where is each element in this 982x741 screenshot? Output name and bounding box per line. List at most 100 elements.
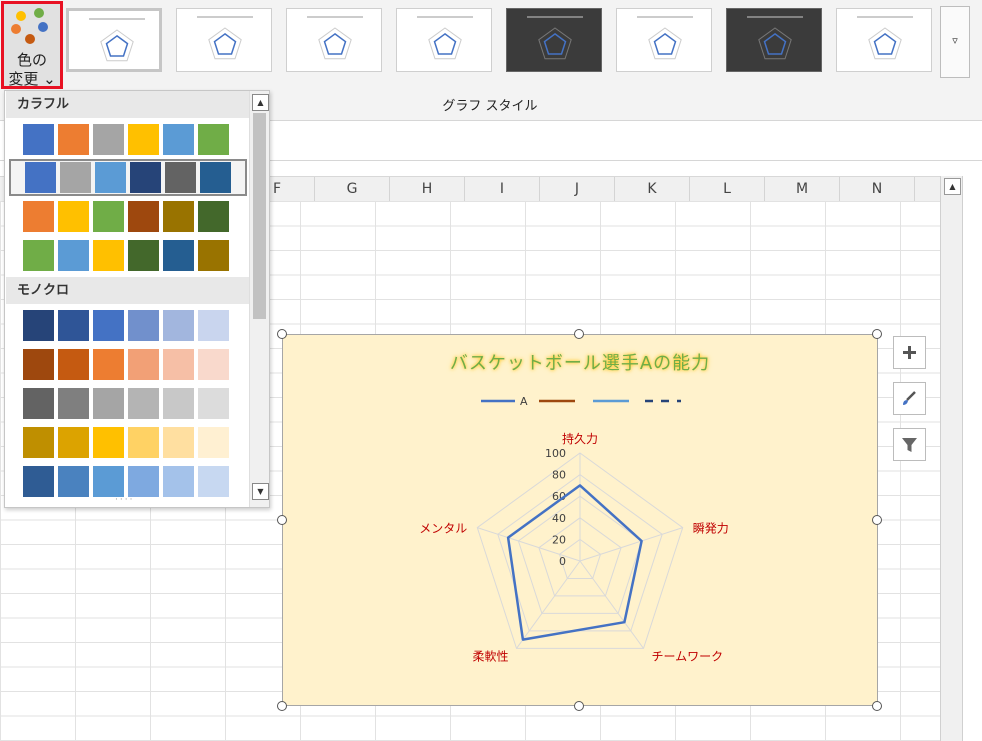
color-swatch: [58, 201, 89, 232]
color-palette-option[interactable]: [9, 121, 247, 158]
color-swatch: [93, 201, 124, 232]
color-swatch: [58, 310, 89, 341]
color-swatch: [93, 349, 124, 380]
scroll-up-arrow-icon[interactable]: ▲: [944, 178, 961, 195]
resize-handle[interactable]: [872, 329, 882, 339]
resize-handle[interactable]: [872, 515, 882, 525]
color-swatch: [93, 427, 124, 458]
radar-chart[interactable]: バスケットボール選手Aの能力 100 80 60 40 20 0 持久力 瞬発力 チームワーク柔…: [282, 334, 878, 706]
chart-style-thumbnail[interactable]: [836, 8, 932, 72]
resize-handle[interactable]: [574, 329, 584, 339]
resize-handle[interactable]: [574, 701, 584, 711]
plus-icon: [903, 346, 916, 359]
color-swatch: [198, 310, 229, 341]
color-swatch: [128, 466, 159, 497]
change-colors-dropdown[interactable]: カラフルモノクロ ▲ ▼ ····: [4, 90, 270, 508]
change-colors-label: 変更 ⌄: [8, 70, 56, 88]
chart-styles-button[interactable]: [893, 382, 926, 415]
color-swatch: [198, 466, 229, 497]
color-swatch: [163, 310, 194, 341]
chart-style-thumbnail[interactable]: [286, 8, 382, 72]
color-swatch: [23, 240, 54, 271]
column-header-h[interactable]: H: [390, 177, 465, 201]
column-header-l[interactable]: L: [690, 177, 765, 201]
color-palette-option[interactable]: [9, 307, 247, 344]
radar-preview-icon: [197, 16, 253, 60]
column-header-n[interactable]: N: [840, 177, 915, 201]
category-label: 柔軟性: [472, 648, 508, 663]
color-swatch: [58, 124, 89, 155]
chart-style-thumbnail[interactable]: [616, 8, 712, 72]
dropdown-scrollbar[interactable]: ▲ ▼: [249, 91, 269, 507]
chart-style-thumbnail[interactable]: [506, 8, 602, 72]
color-swatch: [200, 162, 231, 193]
column-header-i[interactable]: I: [465, 177, 540, 201]
color-swatch: [128, 240, 159, 271]
radar-preview-icon: [527, 16, 583, 60]
color-swatch: [93, 310, 124, 341]
color-palette-option[interactable]: [9, 198, 247, 235]
category-label: チームワーク: [652, 649, 724, 663]
radar-preview-icon: [637, 16, 693, 60]
brush-icon: [903, 391, 916, 405]
radar-preview-icon: [307, 16, 363, 60]
color-palette-option[interactable]: [9, 385, 247, 422]
color-palette-option[interactable]: [9, 237, 247, 274]
column-header-k[interactable]: K: [615, 177, 690, 201]
color-swatch: [128, 388, 159, 419]
resize-handle[interactable]: [872, 701, 882, 711]
radar-preview-icon: [747, 16, 803, 60]
axis-tick-label: 20: [552, 533, 566, 546]
color-swatch: [23, 388, 54, 419]
palette-dot-icon: [16, 11, 26, 21]
color-swatch: [23, 466, 54, 497]
group-label: グラフ スタイル: [442, 99, 538, 114]
change-colors-label: 色の: [16, 51, 47, 69]
scrollbar-thumb[interactable]: [253, 113, 266, 319]
color-swatch: [23, 427, 54, 458]
chart-style-thumbnail[interactable]: [176, 8, 272, 72]
color-swatch: [198, 427, 229, 458]
resize-handle[interactable]: [277, 701, 287, 711]
resize-handle[interactable]: [277, 329, 287, 339]
color-palette-option[interactable]: [9, 159, 247, 196]
column-header-g[interactable]: G: [315, 177, 390, 201]
resize-handle[interactable]: [277, 515, 287, 525]
palette-group-heading: モノクロ: [6, 277, 249, 304]
color-swatch: [163, 427, 194, 458]
column-header-j[interactable]: J: [540, 177, 615, 201]
palette-dot-icon: [25, 34, 35, 44]
color-swatch: [58, 240, 89, 271]
palette-group-heading: カラフル: [6, 91, 249, 118]
color-swatch: [58, 427, 89, 458]
color-swatch: [58, 349, 89, 380]
column-header-m[interactable]: M: [765, 177, 840, 201]
color-swatch: [128, 201, 159, 232]
color-swatch: [163, 349, 194, 380]
styles-more-button[interactable]: ▿: [940, 6, 970, 78]
color-palette-option[interactable]: [9, 346, 247, 383]
chart-style-thumbnail[interactable]: [66, 8, 162, 72]
color-swatch: [163, 201, 194, 232]
chart-filters-button[interactable]: [893, 428, 926, 461]
color-swatch: [93, 388, 124, 419]
color-swatch: [95, 162, 126, 193]
resize-grip[interactable]: ····: [115, 495, 134, 505]
scroll-up-arrow-icon[interactable]: ▲: [252, 94, 269, 111]
radar-preview-icon: [89, 18, 145, 62]
chart-elements-button[interactable]: [893, 336, 926, 369]
color-palette-option[interactable]: [9, 424, 247, 461]
color-swatch: [163, 466, 194, 497]
palette-dot-icon: [38, 22, 48, 32]
palette-dot-icon: [11, 24, 21, 34]
color-swatch: [163, 388, 194, 419]
chart-style-thumbnail[interactable]: [726, 8, 822, 72]
color-swatch: [25, 162, 56, 193]
category-label: 瞬発力: [693, 522, 729, 536]
chart-style-thumbnail[interactable]: [396, 8, 492, 72]
scroll-down-arrow-icon[interactable]: ▼: [252, 483, 269, 500]
change-colors-button[interactable]: 色の 変更 ⌄: [1, 1, 63, 89]
legend-label: A: [520, 395, 528, 408]
color-swatch: [165, 162, 196, 193]
vertical-scrollbar[interactable]: ▲: [940, 176, 963, 741]
